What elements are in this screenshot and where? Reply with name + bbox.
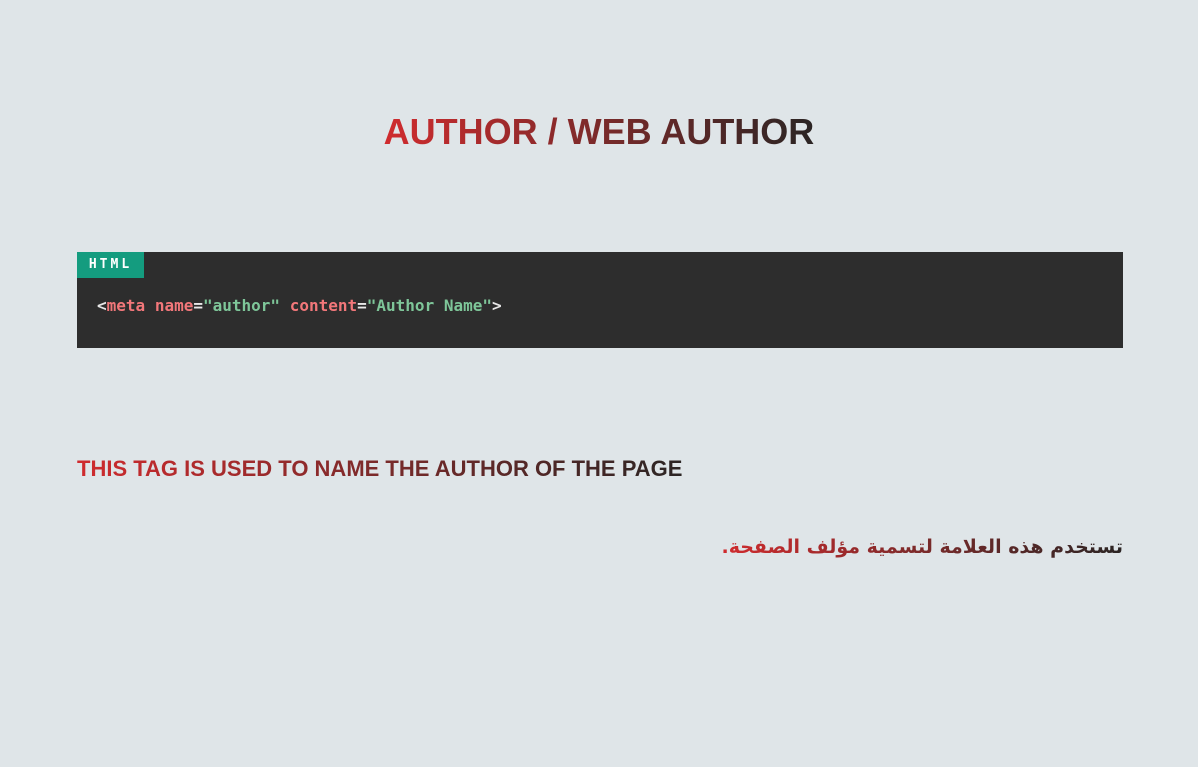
code-token-equals: = [193,296,203,315]
description-english-container: THIS TAG IS USED TO NAME THE AUTHOR OF T… [77,456,682,482]
code-line[interactable]: <meta name="author" content="Author Name… [97,296,502,316]
description-english: THIS TAG IS USED TO NAME THE AUTHOR OF T… [77,456,683,481]
page-title-container: AUTHOR / WEB AUTHOR [0,112,1198,152]
code-token-equals: = [357,296,367,315]
description-arabic-container: تستخدم هذه العلامة لتسمية مؤلف الصفحة. [722,534,1124,560]
code-token-attr-content: content [289,296,358,315]
page-title: AUTHOR / WEB AUTHOR [383,111,815,152]
code-token-tag: meta [106,296,146,315]
code-block: HTML <meta name="author" content="Author… [77,252,1123,348]
code-token-attr-name: name [154,296,194,315]
code-token-content-value: "Author Name" [366,296,492,315]
code-token-attr-value: "author" [202,296,281,315]
page: AUTHOR / WEB AUTHOR HTML <meta name="aut… [0,0,1198,767]
description-arabic: تستخدم هذه العلامة لتسمية مؤلف الصفحة. [721,536,1124,558]
code-token-open-bracket: < [97,296,107,315]
code-language-badge: HTML [77,252,144,278]
code-token-close-bracket: > [492,296,502,315]
